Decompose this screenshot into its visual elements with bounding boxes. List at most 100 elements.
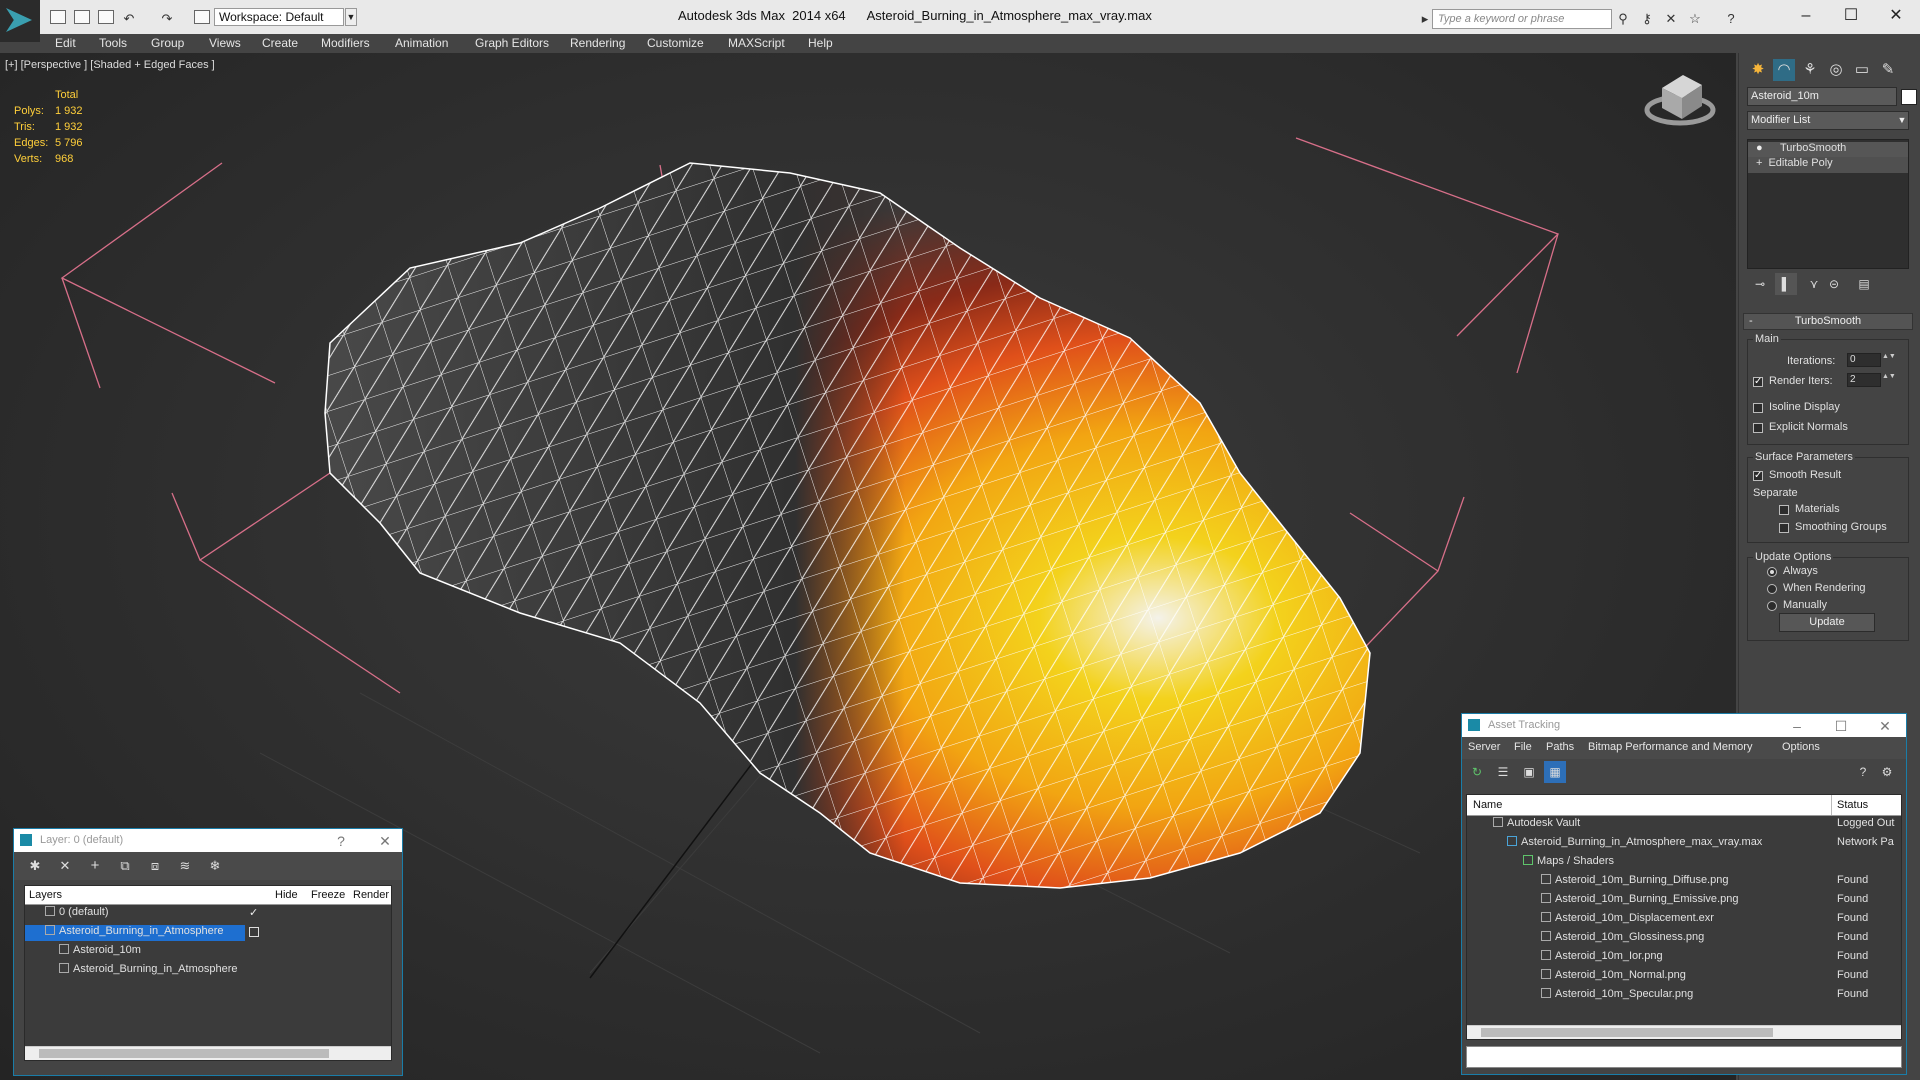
modify-tab-icon[interactable]: ◠ (1773, 59, 1795, 81)
highlight-layer-icon[interactable]: ⧈ (144, 855, 166, 877)
column-header-status[interactable]: Status (1837, 799, 1868, 811)
smooth-result-checkbox[interactable]: ✓ (1753, 471, 1763, 481)
materials-checkbox[interactable] (1779, 505, 1789, 515)
smoothing-groups-checkbox[interactable] (1779, 523, 1789, 533)
render-iters-spinner[interactable]: 2 (1847, 373, 1881, 387)
menu-graph-editors[interactable]: Graph Editors (475, 36, 549, 50)
save-file-icon[interactable] (98, 10, 114, 24)
asset-window-titlebar[interactable]: Asset Tracking – ☐ ✕ (1462, 714, 1906, 737)
column-header-name[interactable]: Name (1473, 799, 1502, 811)
spinner-arrows-icon[interactable]: ▲▼ (1882, 373, 1896, 387)
menu-rendering[interactable]: Rendering (570, 36, 625, 50)
object-color-swatch[interactable] (1901, 89, 1917, 105)
menu-bitmap-performance[interactable]: Bitmap Performance and Memory (1588, 741, 1752, 753)
new-file-icon[interactable] (50, 10, 66, 24)
menu-create[interactable]: Create (262, 36, 298, 50)
help-icon[interactable]: ? (1724, 12, 1738, 26)
chevron-down-icon[interactable]: ▼ (345, 8, 357, 26)
manually-radio[interactable] (1767, 601, 1777, 611)
when-rendering-radio[interactable] (1767, 584, 1777, 594)
display-tab-icon[interactable]: ▭ (1851, 59, 1873, 81)
menu-views[interactable]: Views (209, 36, 241, 50)
asset-row[interactable]: Maps / Shaders (1467, 855, 1901, 871)
minimize-button[interactable]: – (1786, 717, 1808, 735)
menu-customize[interactable]: Customize (647, 36, 704, 50)
undo-icon[interactable]: ↶ (122, 12, 136, 26)
asset-row[interactable]: Asteroid_10m_Displacement.exr Found (1467, 912, 1901, 928)
layer-object-row[interactable]: Asteroid_10m (25, 944, 391, 960)
close-button[interactable]: ✕ (1876, 4, 1916, 28)
asteroid-mesh[interactable] (300, 153, 1400, 903)
asset-row[interactable]: Asteroid_10m_Ior.png Found (1467, 950, 1901, 966)
layer-row-selected[interactable]: Asteroid_Burning_in_Atmosphere (25, 925, 391, 941)
column-header-freeze[interactable]: Freeze (311, 889, 345, 901)
isoline-display-checkbox[interactable] (1753, 403, 1763, 413)
close-button[interactable]: ✕ (1874, 717, 1896, 735)
help-icon[interactable]: ? (1852, 761, 1874, 783)
remove-modifier-icon[interactable]: ⊝ (1823, 273, 1845, 295)
stack-item-editable-poly[interactable]: + Editable Poly (1748, 157, 1908, 173)
update-button[interactable]: Update (1779, 613, 1875, 632)
column-header-layers[interactable]: Layers (29, 889, 62, 901)
thumbnail-view-icon[interactable]: ▣ (1518, 761, 1540, 783)
menu-tools[interactable]: Tools (99, 36, 127, 50)
asset-row[interactable]: Asteroid_10m_Normal.png Found (1467, 969, 1901, 985)
lightbulb-icon[interactable]: ● (1756, 142, 1768, 154)
asset-row[interactable]: Asteroid_10m_Specular.png Found (1467, 988, 1901, 1004)
stack-item-turbosmooth[interactable]: ● TurboSmooth (1748, 142, 1908, 158)
menu-help[interactable]: Help (808, 36, 833, 50)
horizontal-scrollbar[interactable] (25, 1046, 391, 1060)
menu-modifiers[interactable]: Modifiers (321, 36, 370, 50)
hierarchy-tab-icon[interactable]: ⚘ (1799, 59, 1821, 81)
minimize-button[interactable]: – (1786, 4, 1826, 28)
explicit-normals-checkbox[interactable] (1753, 423, 1763, 433)
delete-layer-icon[interactable]: ✕ (54, 855, 76, 877)
show-end-result-icon[interactable]: ▌ (1775, 273, 1797, 295)
make-unique-icon[interactable]: ⋎ (1803, 273, 1825, 295)
menu-options[interactable]: Options (1782, 741, 1820, 753)
motion-tab-icon[interactable]: ◎ (1825, 59, 1847, 81)
collapse-icon[interactable]: - (1749, 314, 1753, 329)
always-radio[interactable] (1767, 567, 1777, 577)
iterations-spinner[interactable]: 0 (1847, 353, 1881, 367)
new-layer-icon[interactable]: ✱ (24, 855, 46, 877)
modifier-list-dropdown[interactable]: Modifier List (1747, 111, 1909, 130)
menu-file[interactable]: File (1514, 741, 1532, 753)
viewcube-icon[interactable] (1644, 75, 1716, 126)
list-view-icon[interactable]: ☰ (1492, 761, 1514, 783)
freeze-all-icon[interactable]: ❄ (204, 855, 226, 877)
column-header-hide[interactable]: Hide (275, 889, 298, 901)
horizontal-scrollbar[interactable] (1467, 1025, 1901, 1039)
asset-row[interactable]: Asteroid_10m_Burning_Diffuse.png Found (1467, 874, 1901, 890)
expand-icon[interactable]: + (1756, 157, 1762, 169)
select-objects-icon[interactable]: ⧉ (114, 855, 136, 877)
maximize-button[interactable]: ☐ (1831, 4, 1871, 28)
menu-server[interactable]: Server (1468, 741, 1500, 753)
close-icon[interactable]: ✕ (374, 832, 396, 850)
workspace-dropdown[interactable]: Workspace: Default (214, 8, 344, 26)
exchange-icon[interactable]: ✕ (1664, 12, 1678, 26)
table-view-icon[interactable]: ▦ (1544, 761, 1566, 783)
refresh-icon[interactable]: ↻ (1466, 761, 1488, 783)
modifier-stack[interactable]: ● TurboSmooth + Editable Poly (1747, 139, 1909, 269)
settings-icon[interactable]: ⚙ (1876, 761, 1898, 783)
column-header-render[interactable]: Render (353, 889, 389, 901)
menu-edit[interactable]: Edit (55, 36, 76, 50)
active-layer-check-icon[interactable]: ✓ (249, 906, 258, 919)
asset-path-field[interactable] (1466, 1046, 1902, 1068)
object-name-field[interactable]: Asteroid_10m (1747, 87, 1897, 106)
menu-maxscript[interactable]: MAXScript (728, 36, 785, 50)
asset-row[interactable]: Asteroid_10m_Glossiness.png Found (1467, 931, 1901, 947)
menu-animation[interactable]: Animation (395, 36, 448, 50)
make-current-icon[interactable] (249, 927, 259, 937)
app-logo-icon[interactable] (0, 0, 40, 42)
maximize-button[interactable]: ☐ (1830, 717, 1852, 735)
key-icon[interactable]: ⚷ (1640, 12, 1654, 26)
utilities-tab-icon[interactable]: ✎ (1877, 59, 1899, 81)
favorites-star-icon[interactable]: ☆ (1688, 12, 1702, 26)
redo-icon[interactable]: ↷ (160, 12, 174, 26)
asset-row[interactable]: Asteroid_10m_Burning_Emissive.png Found (1467, 893, 1901, 909)
pin-stack-icon[interactable]: ⊸ (1749, 273, 1771, 295)
menu-group[interactable]: Group (151, 36, 184, 50)
create-tab-icon[interactable]: ✸ (1747, 59, 1769, 81)
